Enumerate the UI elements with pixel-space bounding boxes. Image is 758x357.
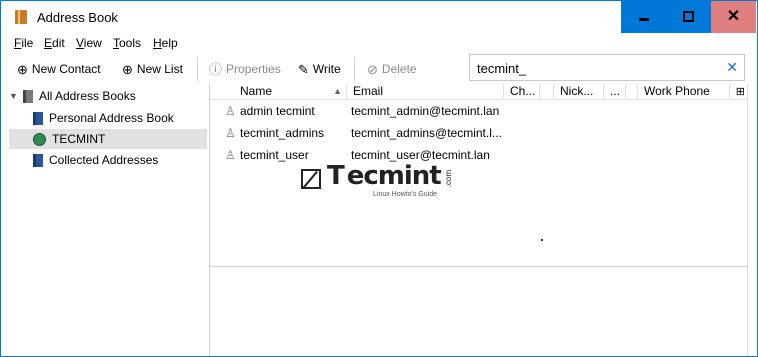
column-more-label: ... bbox=[610, 84, 621, 98]
column-picker-icon[interactable]: ⊞ bbox=[736, 85, 745, 98]
column-email[interactable]: Email bbox=[347, 84, 504, 99]
watermark-brand-t: T bbox=[327, 161, 345, 191]
tree-item-tecmint[interactable]: TECMINT bbox=[9, 129, 207, 149]
info-icon: ⓘ bbox=[209, 61, 223, 77]
write-label: Write bbox=[312, 62, 341, 76]
stray-dot bbox=[541, 239, 543, 241]
tree-item-label: Personal Address Book bbox=[49, 111, 174, 125]
write-button[interactable]: ✎ Write bbox=[298, 60, 341, 78]
tecmint-logo-mark bbox=[301, 169, 321, 189]
properties-button[interactable]: ⓘ Properties bbox=[209, 60, 281, 78]
menu-help-accel: H bbox=[153, 36, 162, 50]
column-nickname-label: Nick... bbox=[560, 84, 594, 98]
sort-ascending-icon: ▲ bbox=[333, 86, 342, 96]
column-header-row: Name ▲ Email Ch... Nick... ... Work Phon… bbox=[210, 84, 747, 100]
clear-search-icon[interactable]: ✕ bbox=[726, 59, 738, 76]
tree-item-personal-address-book[interactable]: Personal Address Book bbox=[33, 108, 174, 128]
menu-file[interactable]: File bbox=[14, 36, 33, 50]
menu-file-label: ile bbox=[21, 36, 34, 50]
column-name[interactable]: Name ▲ bbox=[210, 84, 347, 99]
column-spacer[interactable] bbox=[626, 84, 638, 99]
address-book-icon bbox=[33, 153, 43, 167]
minimize-icon bbox=[638, 18, 649, 21]
address-book-app-icon bbox=[15, 10, 27, 24]
table-row[interactable]: ♙ tecmint_user tecmint_user@tecmint.lan bbox=[210, 145, 747, 165]
delete-label: Delete bbox=[381, 62, 417, 76]
menu-view-accel: V bbox=[76, 36, 84, 50]
column-spacer[interactable] bbox=[540, 84, 554, 99]
watermark-brand-rest: ecmint bbox=[346, 161, 442, 191]
column-name-label: Name bbox=[240, 84, 273, 98]
close-button[interactable]: ✕ bbox=[711, 1, 756, 33]
globe-icon bbox=[33, 132, 46, 146]
chevron-down-icon[interactable]: ▼ bbox=[9, 91, 18, 101]
contact-email: tecmint_admins@tecmint.l... bbox=[351, 126, 502, 140]
tree-item-label: Collected Addresses bbox=[49, 153, 159, 167]
menu-view-label: iew bbox=[83, 36, 102, 50]
maximize-icon bbox=[683, 11, 694, 22]
menu-edit-accel: E bbox=[44, 36, 53, 50]
title-bar: Address Book ✕ bbox=[1, 1, 757, 33]
search-input[interactable]: tecmint_ ✕ bbox=[469, 54, 745, 81]
tree-item-all-address-books[interactable]: ▼ All Address Books bbox=[9, 86, 136, 106]
menu-edit[interactable]: Edit bbox=[44, 36, 65, 50]
contact-icon: ♙ bbox=[225, 126, 236, 140]
contact-icon: ♙ bbox=[225, 104, 236, 118]
menu-view[interactable]: View bbox=[76, 36, 102, 50]
scrollbar[interactable] bbox=[747, 84, 757, 356]
window-title: Address Book bbox=[37, 10, 118, 25]
contact-email: tecmint_admin@tecmint.lan bbox=[351, 104, 500, 118]
add-list-icon: ⊕ bbox=[122, 61, 133, 77]
watermark-com: .com bbox=[443, 169, 453, 188]
minimize-button[interactable] bbox=[621, 1, 666, 33]
table-row[interactable]: ♙ tecmint_admins tecmint_admins@tecmint.… bbox=[210, 123, 747, 143]
column-work-phone-label: Work Phone bbox=[644, 84, 710, 98]
new-list-button[interactable]: ⊕ New List bbox=[122, 60, 183, 78]
new-contact-label: New Contact bbox=[31, 62, 101, 76]
table-row[interactable]: ♙ admin tecmint tecmint_admin@tecmint.la… bbox=[210, 101, 747, 121]
menu-tools-label: ools bbox=[119, 36, 142, 50]
search-input-value: tecmint_ bbox=[477, 61, 527, 76]
tree-item-label: TECMINT bbox=[52, 132, 106, 146]
column-nickname[interactable]: Nick... bbox=[554, 84, 604, 99]
contact-icon: ♙ bbox=[225, 148, 236, 162]
tecmint-watermark: Tecmint .com Linux Howto's Guide bbox=[301, 161, 461, 201]
tecmint-logo: Tecmint .com bbox=[301, 161, 461, 191]
menu-help-label: elp bbox=[161, 36, 178, 50]
contact-name: admin tecmint bbox=[240, 104, 315, 118]
tree-item-collected-addresses[interactable]: Collected Addresses bbox=[33, 150, 158, 170]
watermark-tagline: Linux Howto's Guide bbox=[373, 191, 437, 198]
menu-bar: File Edit View Tools Help bbox=[1, 34, 757, 52]
contact-name: tecmint_admins bbox=[240, 126, 325, 140]
toolbar-separator bbox=[354, 57, 355, 81]
column-more[interactable]: ... bbox=[604, 84, 626, 99]
address-book-tree: ▼ All Address Books Personal Address Boo… bbox=[1, 84, 210, 356]
address-book-icon bbox=[23, 89, 33, 103]
delete-button[interactable]: ⊘ Delete bbox=[367, 60, 417, 78]
address-book-icon bbox=[33, 111, 43, 125]
column-email-label: Email bbox=[353, 84, 384, 98]
new-contact-button[interactable]: ⊕ New Contact bbox=[17, 60, 101, 78]
column-chat[interactable]: Ch... bbox=[504, 84, 540, 99]
column-work-phone[interactable]: Work Phone bbox=[638, 84, 730, 99]
maximize-button[interactable] bbox=[666, 1, 711, 33]
close-icon: ✕ bbox=[726, 8, 741, 25]
column-chat-label: Ch... bbox=[510, 84, 536, 98]
tree-item-label: All Address Books bbox=[39, 89, 136, 103]
contact-name: tecmint_user bbox=[240, 148, 309, 162]
contact-details-pane bbox=[210, 267, 747, 356]
contact-email: tecmint_user@tecmint.lan bbox=[351, 148, 490, 162]
pencil-icon: ✎ bbox=[298, 61, 309, 77]
new-list-label: New List bbox=[136, 62, 183, 76]
address-book-window: Address Book ✕ File Edit View Tools Help… bbox=[0, 0, 758, 357]
menu-edit-label: dit bbox=[52, 36, 65, 50]
menu-help[interactable]: Help bbox=[153, 36, 178, 50]
toolbar-separator bbox=[197, 57, 198, 81]
contacts-list: Name ▲ Email Ch... Nick... ... Work Phon… bbox=[210, 84, 747, 266]
properties-label: Properties bbox=[226, 62, 281, 76]
add-contact-icon: ⊕ bbox=[17, 61, 28, 77]
menu-tools[interactable]: Tools bbox=[113, 36, 141, 50]
delete-icon: ⊘ bbox=[367, 61, 378, 77]
